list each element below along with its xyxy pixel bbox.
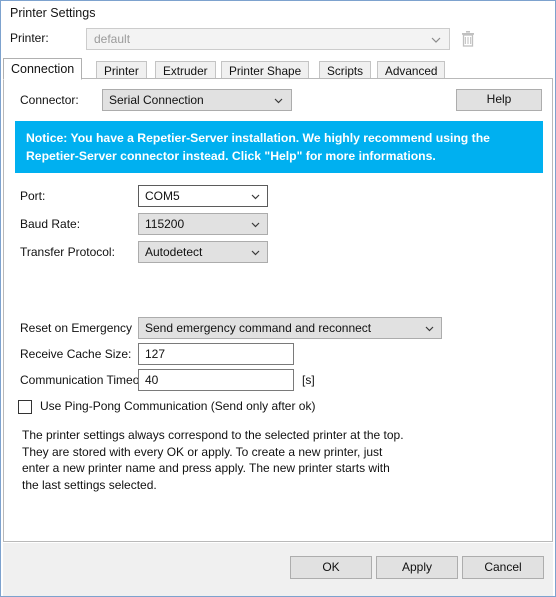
printer-select-value: default [94,32,131,46]
checkbox-box-icon [18,400,32,414]
transfer-protocol-select-value: Autodetect [145,245,203,259]
dialog-footer: OK Apply Cancel [3,543,553,596]
communication-timeout-unit: [s] [302,373,315,387]
cancel-button[interactable]: Cancel [462,556,544,579]
notice-banner: Notice: You have a Repetier-Server insta… [15,121,543,173]
printer-label: Printer: [10,31,49,45]
trash-icon [456,31,480,55]
tab-printer[interactable]: Printer [96,61,147,79]
communication-timeout-value: 40 [145,373,159,387]
apply-button[interactable]: Apply [376,556,458,579]
printer-settings-dialog: Printer Settings Printer: default Connec… [0,0,556,597]
reset-on-emergency-select[interactable]: Send emergency command and reconnect [138,317,442,339]
port-select[interactable]: COM5 [138,185,268,207]
transfer-protocol-select[interactable]: Autodetect [138,241,268,263]
chevron-down-icon [429,33,443,47]
tab-extruder[interactable]: Extruder [155,61,216,79]
communication-timeout-label: Communication Timeout: [20,373,153,387]
chevron-down-icon [423,322,436,335]
communication-timeout-input[interactable]: 40 [138,369,294,391]
tab-scripts[interactable]: Scripts [319,61,372,79]
printer-selector-row: Printer: default [1,23,555,55]
tab-connection[interactable]: Connection [3,58,83,80]
connector-label: Connector: [20,93,79,107]
reset-on-emergency-select-value: Send emergency command and reconnect [145,321,372,335]
connector-select-value: Serial Connection [109,93,204,107]
chevron-down-icon [272,94,285,112]
delete-printer-button[interactable] [456,27,480,51]
ping-pong-checkbox-label: Use Ping-Pong Communication (Send only a… [40,399,316,413]
chevron-down-icon [249,190,262,203]
transfer-protocol-label: Transfer Protocol: [20,245,115,259]
chevron-down-icon [249,218,262,231]
chevron-down-icon [249,246,262,259]
notice-text: Notice: You have a Repetier-Server insta… [26,131,490,163]
tab-strip: Connection Printer Extruder Printer Shap… [3,58,553,80]
baud-rate-select[interactable]: 115200 [138,213,268,235]
tab-printer-shape[interactable]: Printer Shape [221,61,310,79]
help-button[interactable]: Help [456,89,542,111]
reset-on-emergency-label: Reset on Emergency [20,321,133,335]
baud-rate-label: Baud Rate: [20,217,81,231]
connector-select[interactable]: Serial Connection [102,89,292,111]
baud-rate-select-value: 115200 [145,217,185,231]
tab-advanced[interactable]: Advanced [377,61,446,79]
title-bar: Printer Settings [1,1,555,23]
settings-info-text: The printer settings always correspond t… [22,428,404,492]
receive-cache-size-value: 127 [145,347,166,361]
ok-button[interactable]: OK [290,556,372,579]
page-title: Printer Settings [10,6,96,20]
printer-select[interactable]: default [86,28,450,50]
connection-tab-panel: Connector: Serial Connection Help Notice… [3,78,553,542]
receive-cache-size-input[interactable]: 127 [138,343,294,365]
port-select-value: COM5 [145,189,180,203]
port-label: Port: [20,189,46,203]
receive-cache-size-label: Receive Cache Size: [20,347,132,361]
